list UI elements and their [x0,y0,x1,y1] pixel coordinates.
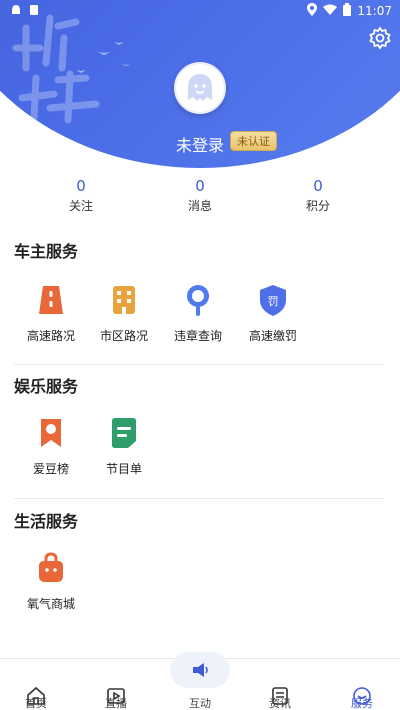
section-divider [14,364,384,365]
service-program-list[interactable]: 节目单 [85,415,163,477]
nav-interact-button[interactable] [170,652,230,688]
stat-following[interactable]: 0 关注 [41,177,121,214]
stat-messages[interactable]: 0 消息 [160,177,240,214]
service-violation-query[interactable]: 违章查询 [159,282,237,344]
section-divider [14,498,384,499]
settings-gear-icon[interactable] [368,26,392,50]
fine-shield-icon: 罚 [255,282,291,318]
svg-text:罚: 罚 [268,295,279,308]
sd-card-icon [28,4,40,19]
nav-live[interactable]: 直播 [86,659,146,710]
nav-label: 直播 [105,697,127,710]
avatar[interactable] [174,62,226,114]
stats-row: 0 关注 0 消息 0 积分 [0,177,400,221]
verification-badge[interactable]: 未认证 [230,131,277,151]
nav-news[interactable]: 资讯 [250,659,310,710]
status-bar: 11:07 [0,0,400,22]
megaphone-icon [193,663,208,677]
section-title-entertainment: 娱乐服务 [14,377,79,396]
stat-value: 0 [313,177,323,195]
stat-label: 关注 [68,199,93,213]
service-highway-traffic[interactable]: 高速路况 [12,282,90,344]
service-highway-fine[interactable]: 罚 高速缴罚 [234,282,312,344]
service-oxygen-mall[interactable]: 氧气商城 [12,550,90,612]
stat-label: 消息 [187,199,212,213]
battery-icon [343,3,352,19]
username[interactable]: 未登录 [176,132,224,156]
nav-label: 服务 [351,697,373,710]
shopping-bag-icon [33,550,69,586]
section-title-car-owner: 车主服务 [14,242,79,261]
city-building-icon [106,282,142,318]
service-label: 市区路况 [99,329,148,343]
location-icon [307,3,318,19]
nav-label: 资讯 [269,697,291,710]
nav-service[interactable]: 服务 [332,659,392,710]
service-label: 节目单 [105,462,142,476]
ghost-avatar-icon [188,74,212,101]
section-title-life: 生活服务 [14,512,79,531]
nav-label: 互动 [189,697,211,710]
stat-label: 积分 [305,199,330,213]
service-label: 爱豆榜 [32,462,69,476]
stat-value: 0 [195,177,205,195]
wifi-icon [323,4,338,18]
status-time: 11:07 [357,4,392,18]
search-magnifier-icon [180,282,216,318]
calligraphy-decoration [12,14,130,124]
highway-road-icon [33,282,69,318]
ranking-ribbon-icon [33,415,69,451]
program-list-icon [106,415,142,451]
nav-label: 首页 [25,697,47,710]
service-label: 高速缴罚 [248,329,297,343]
service-label: 高速路况 [26,329,75,343]
notification-icon [10,4,22,19]
stat-points[interactable]: 0 积分 [278,177,358,214]
profile-header: 11:07 未登录 未认证 [0,0,400,168]
service-idol-ranking[interactable]: 爱豆榜 [12,415,90,477]
stat-value: 0 [76,177,86,195]
service-city-traffic[interactable]: 市区路况 [85,282,163,344]
service-label: 违章查询 [173,329,222,343]
nav-home[interactable]: 首页 [6,659,66,710]
service-label: 氧气商城 [26,597,75,611]
